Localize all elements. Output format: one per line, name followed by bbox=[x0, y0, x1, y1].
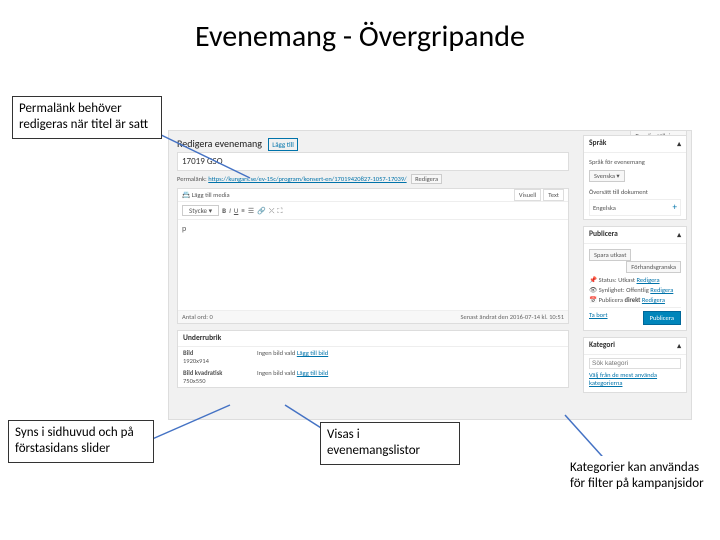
edit-schedule-link[interactable]: Redigera bbox=[642, 296, 665, 304]
editor-body[interactable]: p bbox=[178, 220, 568, 310]
chevron-up-icon[interactable]: ▴ bbox=[677, 139, 681, 149]
category-metabox: Kategori▴ Välj från de mest använda kate… bbox=[583, 337, 687, 393]
language-metabox: Språk▴ Språk för evenemang Svenska ▾ Öve… bbox=[583, 135, 687, 220]
permalink-edit-button[interactable]: Redigera bbox=[411, 174, 442, 184]
bullet-list-icon[interactable]: ≡ bbox=[241, 206, 245, 215]
callout-permalink: Permalänk behöver redigeras när titel är… bbox=[12, 96, 162, 139]
category-search-input[interactable] bbox=[589, 358, 681, 369]
add-media-button[interactable]: 📇 Lägg till media bbox=[182, 191, 230, 199]
unlink-icon[interactable]: ⤫ bbox=[269, 206, 275, 216]
link-icon[interactable]: 🔗 bbox=[257, 206, 266, 215]
edit-visibility-link[interactable]: Redigera bbox=[650, 286, 673, 294]
slide-title: Evenemang - Övergripande bbox=[0, 0, 720, 63]
preview-button[interactable]: Förhandsgranska bbox=[626, 261, 681, 273]
save-draft-button[interactable]: Spara utkast bbox=[589, 249, 631, 261]
add-thumb-link[interactable]: Lägg till bild bbox=[297, 369, 328, 377]
content-editor: 📇 Lägg till media VisuellText Stycke ▾ B… bbox=[177, 188, 569, 324]
popular-categories-link[interactable]: Välj från de mest använda kategorierna bbox=[589, 371, 657, 387]
excerpt-metabox: Underrubrik Bild1920x914 Ingen bild vald… bbox=[177, 330, 569, 388]
editor-toolbar: Stycke ▾ B I U ≡ ☰ 🔗 ⤫ ⛶ bbox=[178, 202, 568, 220]
chevron-up-icon[interactable]: ▴ bbox=[677, 230, 681, 240]
word-count: Antal ord: 0 bbox=[182, 313, 213, 321]
callout-header-image: Syns i sidhuvud och på förstasidans slid… bbox=[8, 420, 154, 463]
add-translation-icon[interactable]: + bbox=[673, 202, 677, 213]
italic-icon[interactable]: I bbox=[229, 206, 231, 215]
chevron-up-icon[interactable]: ▴ bbox=[677, 341, 681, 351]
trash-link[interactable]: Ta bort bbox=[589, 311, 608, 319]
callout-categories: Kategorier kan användas för filter på ka… bbox=[564, 456, 710, 497]
last-edited: Senast ändrat den 2016-07-14 kl. 10:51 bbox=[461, 313, 564, 321]
tab-text[interactable]: Text bbox=[543, 189, 564, 201]
add-image-link[interactable]: Lägg till bild bbox=[297, 349, 328, 357]
fullscreen-icon[interactable]: ⛶ bbox=[277, 206, 282, 216]
underline-icon[interactable]: U bbox=[234, 206, 239, 215]
bold-icon[interactable]: B bbox=[222, 206, 226, 215]
language-select[interactable]: Svenska ▾ bbox=[589, 170, 625, 182]
add-new-button[interactable]: Lägg till bbox=[268, 138, 298, 151]
number-list-icon[interactable]: ☰ bbox=[248, 206, 254, 215]
publish-button[interactable]: Publicera bbox=[643, 311, 681, 325]
edit-status-link[interactable]: Redigera bbox=[637, 276, 660, 284]
publish-metabox: Publicera▴ Spara utkast Förhandsgranska … bbox=[583, 226, 687, 331]
callout-list-image: Visas i evenemangslistor bbox=[320, 422, 460, 465]
tab-visual[interactable]: Visuell bbox=[514, 189, 541, 201]
format-select[interactable]: Stycke ▾ bbox=[182, 205, 219, 216]
